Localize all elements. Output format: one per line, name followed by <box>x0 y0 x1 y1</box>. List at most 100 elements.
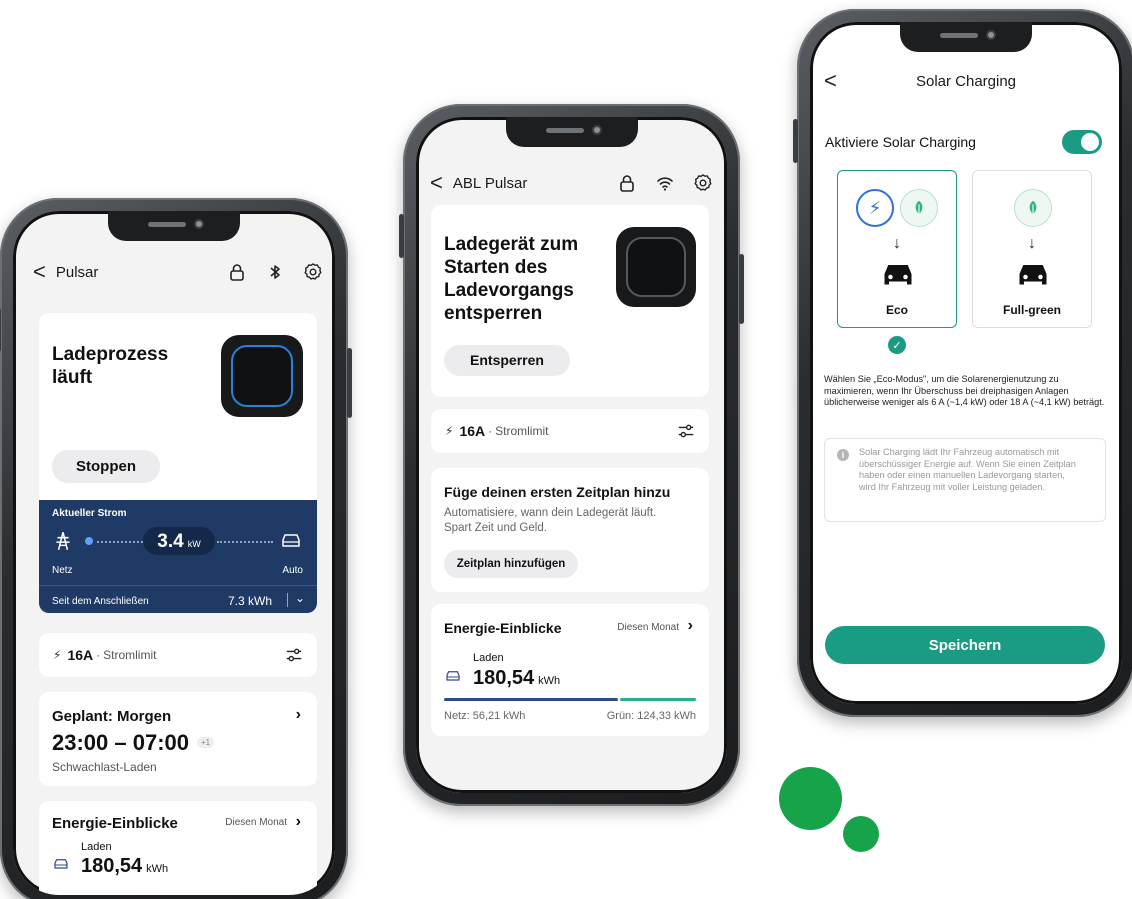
add-schedule-button[interactable]: Zeitplan hinzufügen <box>444 550 578 578</box>
leaf-icon <box>1014 189 1052 227</box>
energy-value: 180,54 <box>473 667 535 689</box>
unlock-button[interactable]: Entsperren <box>444 345 570 376</box>
back-icon[interactable]: < <box>430 172 443 194</box>
sliders-icon[interactable] <box>285 646 303 664</box>
bolt-icon: ⚡︎ <box>445 424 454 438</box>
info-icon: i <box>837 449 849 461</box>
charging-status-title: Ladeprozess läuft <box>52 344 169 388</box>
limit-sep: · <box>488 424 493 438</box>
activate-solar-label: Aktiviere Solar Charging <box>825 134 976 150</box>
page-title: Pulsar <box>55 263 99 281</box>
limit-label: Stromlimit <box>103 648 157 662</box>
solar-toggle[interactable] <box>1062 130 1102 154</box>
mode-full-green[interactable]: ↓ Full-green <box>972 170 1092 328</box>
energy-split-bar <box>444 698 696 701</box>
schedule-subtitle: Schwachlast-Laden <box>52 760 157 774</box>
lock-icon[interactable] <box>617 173 637 193</box>
phone-notch <box>900 22 1032 52</box>
screen-pulsar: < Pulsar Ladeprozess läuft Stoppen Aktue… <box>13 211 335 895</box>
gear-icon[interactable] <box>303 262 323 282</box>
header: < Pulsar <box>13 261 335 283</box>
chevron-right-icon[interactable]: › <box>688 617 693 635</box>
energy-insights-card[interactable]: Energie-Einblicke Diesen Monat › Laden 1… <box>39 801 317 895</box>
car-icon <box>1019 265 1047 285</box>
current-power-label: Aktueller Strom <box>52 508 127 519</box>
car-label: Auto <box>282 565 303 576</box>
arrow-down-icon: ↓ <box>893 235 901 252</box>
since-connected-value: 7.3 kWh <box>228 594 273 608</box>
energy-value-row: 180,54 kWh <box>473 667 560 690</box>
charger-image <box>221 335 303 417</box>
phone-notch <box>505 117 638 147</box>
mode-eco[interactable]: ⚡︎ ↓ Eco <box>837 170 957 328</box>
phone-solar-charging: < Solar Charging Aktiviere Solar Chargin… <box>793 9 1132 717</box>
gear-icon[interactable] <box>693 173 713 193</box>
save-button[interactable]: Speichern <box>825 626 1105 664</box>
current-power-value: 3.4 kW <box>143 527 215 555</box>
flow-line-right <box>217 541 273 543</box>
info-text: Solar Charging lädt Ihr Fahrzeug automat… <box>859 447 1076 492</box>
charging-label: Laden <box>473 652 504 664</box>
lightning-icon: ⚡︎ <box>856 189 894 227</box>
eco-mode-description: Wählen Sie „Eco-Modus", um die Solarener… <box>824 374 1105 407</box>
divider-vertical <box>287 593 288 607</box>
flow-line-left <box>97 541 143 543</box>
sliders-icon[interactable] <box>677 422 695 440</box>
energy-value-row: 180,54 kWh <box>81 855 168 878</box>
schedule-time: 23:00 – 07:00 <box>52 730 189 755</box>
leaf-icon <box>900 189 938 227</box>
screen-solar: < Solar Charging Aktiviere Solar Chargin… <box>810 22 1122 704</box>
chevron-right-icon[interactable]: › <box>296 706 301 724</box>
arrow-down-icon: ↓ <box>1028 235 1036 252</box>
chevron-right-icon[interactable]: › <box>296 813 301 831</box>
bolt-icon: ⚡︎ <box>53 648 62 662</box>
unlock-title: Ladegerät zum Starten des Ladevorgangs e… <box>444 234 579 324</box>
insights-title: Energie-Einblicke <box>444 620 562 636</box>
limit-amps: 16A <box>459 423 486 439</box>
phone-abl-unlock: < ABL Pulsar Ladegerät zum Starten des L… <box>399 104 744 806</box>
power-unit: kW <box>187 539 201 549</box>
car-icon <box>54 859 68 869</box>
grid-energy-text: Netz: 56,21 kWh <box>444 710 526 722</box>
car-icon <box>884 265 912 285</box>
charging-label: Laden <box>81 841 112 853</box>
current-power-panel: Aktueller Strom 3.4 kW Netz Auto Seit de… <box>39 500 317 613</box>
limit-amps: 16A <box>67 647 94 663</box>
lock-icon[interactable] <box>227 262 247 282</box>
divider <box>39 585 317 586</box>
grid-energy-bar <box>444 698 618 701</box>
charging-status-card: Ladeprozess läuft Stoppen Aktueller Stro… <box>39 313 317 613</box>
back-icon[interactable]: < <box>33 261 46 283</box>
insights-period[interactable]: Diesen Monat <box>225 817 287 828</box>
current-limit-row[interactable]: ⚡︎ 16A · Stromlimit <box>431 409 709 453</box>
schedule-card[interactable]: Geplant: Morgen › 23:00 – 07:00 +1 Schwa… <box>39 692 317 786</box>
energy-value: 180,54 <box>81 855 143 877</box>
info-box: i Solar Charging lädt Ihr Fahrzeug autom… <box>824 438 1106 522</box>
car-icon <box>282 534 300 547</box>
chevron-down-icon[interactable]: ⌄ <box>295 591 305 605</box>
wifi-icon[interactable] <box>655 173 675 193</box>
schedule-title: Geplant: Morgen <box>52 708 172 725</box>
source-dot <box>85 537 93 545</box>
energy-unit: kWh <box>146 863 169 875</box>
since-connected-label: Seit dem Anschließen <box>52 596 149 607</box>
add-schedule-card: Füge deinen ersten Zeitplan hinzu Automa… <box>431 468 709 592</box>
decorative-dot-large <box>779 767 842 830</box>
energy-insights-card[interactable]: Energie-Einblicke Diesen Monat › Laden 1… <box>431 604 709 736</box>
phone-pulsar-charging: < Pulsar Ladeprozess läuft Stoppen Aktue… <box>0 198 352 899</box>
mode-eco-label: Eco <box>885 303 908 317</box>
power-number: 3.4 <box>157 531 184 552</box>
power-pylon-icon <box>56 532 70 550</box>
header: < Solar Charging <box>810 70 1122 92</box>
green-energy-bar <box>619 698 696 701</box>
stop-button[interactable]: Stoppen <box>52 450 160 483</box>
bluetooth-icon[interactable] <box>265 262 285 282</box>
mode-full-green-label: Full-green <box>1002 303 1061 317</box>
energy-unit: kWh <box>538 675 561 687</box>
charger-image <box>616 227 696 307</box>
current-limit-row[interactable]: ⚡︎ 16A · Stromlimit <box>39 633 317 677</box>
green-energy-text: Grün: 124,33 kWh <box>606 710 696 722</box>
insights-period[interactable]: Diesen Monat <box>617 622 679 633</box>
limit-sep: · <box>96 648 101 662</box>
page-title: Solar Charging <box>915 72 1017 90</box>
